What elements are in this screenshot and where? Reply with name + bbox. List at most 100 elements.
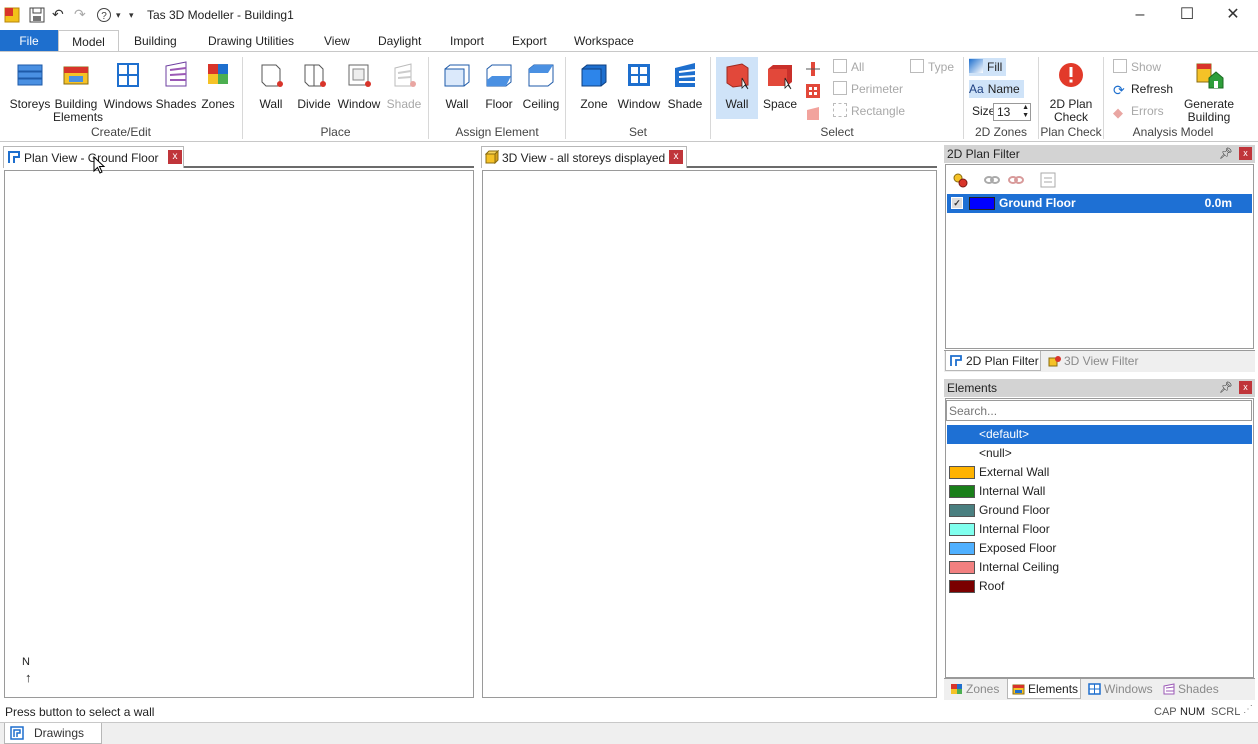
shades-button[interactable]: Shades	[155, 60, 197, 111]
assign-wall-button[interactable]: Wall	[438, 60, 476, 111]
tab-building[interactable]: Building	[126, 30, 185, 52]
close-3d-view-button[interactable]: x	[669, 150, 683, 164]
element-label: Internal Wall	[979, 484, 1046, 498]
tab-2d-plan-filter[interactable]: 2D Plan Filter	[945, 351, 1041, 371]
scrl-indicator: SCRL	[1211, 706, 1241, 718]
select-space-button[interactable]: Space	[761, 60, 799, 111]
select-shade-icon[interactable]	[805, 105, 821, 121]
group-plan-check-label: Plan Check	[1040, 125, 1102, 139]
tab-zones[interactable]: Zones	[946, 679, 1006, 699]
tab-workspace[interactable]: Workspace	[566, 30, 642, 52]
select-edge-icon[interactable]	[805, 61, 821, 77]
element-item[interactable]: Ground Floor	[947, 501, 1252, 520]
tab-shades[interactable]: Shades	[1158, 679, 1228, 699]
tab-3d-view[interactable]: 3D View - all storeys displayed	[481, 146, 687, 168]
element-item[interactable]: Exposed Floor	[947, 539, 1252, 558]
redo-icon[interactable]: ↷	[74, 6, 86, 23]
storey-row-ground-floor[interactable]: ✓ Ground Floor 0.0m	[947, 194, 1252, 213]
tab-daylight[interactable]: Daylight	[370, 30, 429, 52]
pin-icon[interactable]: 📌︎	[1219, 379, 1233, 397]
filter-unlink-icon[interactable]	[1008, 173, 1024, 187]
element-item[interactable]: Internal Floor	[947, 520, 1252, 539]
resize-grip-icon[interactable]: ⋰	[1243, 704, 1253, 715]
set-window-button[interactable]: Window	[616, 60, 662, 111]
storey-checkbox[interactable]: ✓	[951, 197, 963, 209]
filter-list-icon[interactable]	[1040, 172, 1056, 188]
assign-floor-button[interactable]: Floor	[480, 60, 518, 111]
zones-tab-icon	[951, 684, 962, 694]
elements-search-input[interactable]	[946, 400, 1252, 421]
refresh-button[interactable]: ⟳ Refresh	[1113, 80, 1173, 98]
select-type-button[interactable]: Type	[910, 58, 954, 76]
spinner-arrows-icon[interactable]: ▲ ▼	[1022, 104, 1029, 120]
undo-icon[interactable]: ↶	[52, 6, 64, 23]
place-wall-icon	[261, 64, 283, 87]
place-wall-button[interactable]: Wall	[252, 60, 290, 111]
element-item[interactable]: Internal Ceiling	[947, 558, 1252, 577]
place-window-button[interactable]: Window	[336, 60, 382, 111]
name-icon: Aa	[969, 82, 984, 96]
tab-import[interactable]: Import	[442, 30, 492, 52]
3d-view-tabbar: 3D View - all storeys displayed x	[481, 146, 937, 168]
tab-elements[interactable]: Elements	[1007, 679, 1081, 699]
set-shade-button[interactable]: Shade	[665, 60, 705, 111]
tab-drawing-utilities[interactable]: Drawing Utilities	[200, 30, 302, 52]
assign-ceiling-label: Ceiling	[522, 97, 560, 111]
building-elements-button[interactable]: Building Elements	[53, 60, 103, 124]
element-item[interactable]: Internal Wall	[947, 482, 1252, 501]
element-color-swatch	[949, 523, 975, 536]
tab-3d-view-filter[interactable]: 3D View Filter	[1044, 351, 1138, 371]
element-item[interactable]: Roof	[947, 577, 1252, 596]
tab-export[interactable]: Export	[504, 30, 555, 52]
select-wall-button[interactable]: Wall	[716, 57, 758, 119]
app-icon[interactable]	[4, 7, 20, 23]
filter-link-icon[interactable]	[984, 173, 1000, 187]
fill-toggle[interactable]: Fill	[969, 58, 1007, 76]
close-button[interactable]: ✕	[1210, 0, 1256, 30]
dropdown-arrow-icon[interactable]: ▾	[116, 10, 121, 21]
drawings-tab[interactable]: Drawings	[4, 723, 102, 744]
select-perimeter-button[interactable]: Perimeter	[833, 80, 903, 98]
pin-icon[interactable]: 📌︎	[1219, 145, 1233, 163]
fill-label: Fill	[987, 60, 1003, 74]
select-rectangle-button[interactable]: Rectangle	[833, 102, 905, 120]
windows-button[interactable]: Windows	[103, 60, 153, 111]
help-icon[interactable]: ?	[96, 7, 112, 23]
element-item[interactable]: <default>	[947, 425, 1252, 444]
save-icon[interactable]	[29, 7, 45, 23]
tab-view[interactable]: View	[316, 30, 358, 52]
assign-ceiling-button[interactable]: Ceiling	[521, 60, 561, 111]
element-item[interactable]: External Wall	[947, 463, 1252, 482]
set-window-icon	[628, 64, 650, 86]
name-toggle[interactable]: Aa Name	[969, 80, 1024, 98]
show-button[interactable]: Show	[1113, 58, 1161, 76]
maximize-button[interactable]: ☐	[1164, 0, 1210, 30]
close-plan-view-button[interactable]: x	[168, 150, 182, 164]
errors-button[interactable]: ◆ Errors	[1113, 102, 1164, 120]
divide-button[interactable]: Divide	[294, 60, 334, 111]
customize-qat-icon[interactable]: ▾	[129, 10, 134, 21]
filter-storeys-icon[interactable]	[951, 171, 969, 189]
storeys-button[interactable]: Storeys	[8, 60, 52, 111]
place-shade-button[interactable]: Shade	[384, 60, 424, 111]
group-assign-element-label: Assign Element	[455, 125, 539, 139]
select-grid-icon[interactable]	[805, 83, 821, 99]
plan-check-button[interactable]: 2D Plan Check	[1044, 60, 1098, 124]
group-analysis-model-label: Analysis Model	[1132, 125, 1214, 139]
size-spinner[interactable]: 13 ▲ ▼	[993, 103, 1031, 121]
plan-view-canvas[interactable]: N ↑	[4, 170, 474, 698]
group-create-edit-label: Create/Edit	[90, 125, 152, 139]
select-all-button[interactable]: All	[833, 58, 864, 76]
element-item[interactable]: <null>	[947, 444, 1252, 463]
tab-windows[interactable]: Windows	[1084, 679, 1156, 699]
tab-file[interactable]: File	[0, 30, 58, 52]
generate-building-button[interactable]: Generate Building	[1180, 60, 1238, 124]
minimize-button[interactable]: –	[1117, 0, 1163, 30]
warning-icon	[1059, 63, 1083, 87]
zones-button[interactable]: Zones	[199, 60, 237, 111]
close-plan-filter-button[interactable]: x	[1239, 147, 1252, 160]
3d-view-canvas[interactable]	[482, 170, 937, 698]
tab-model[interactable]: Model	[58, 30, 119, 52]
set-zone-button[interactable]: Zone	[575, 60, 613, 111]
close-elements-button[interactable]: x	[1239, 381, 1252, 394]
